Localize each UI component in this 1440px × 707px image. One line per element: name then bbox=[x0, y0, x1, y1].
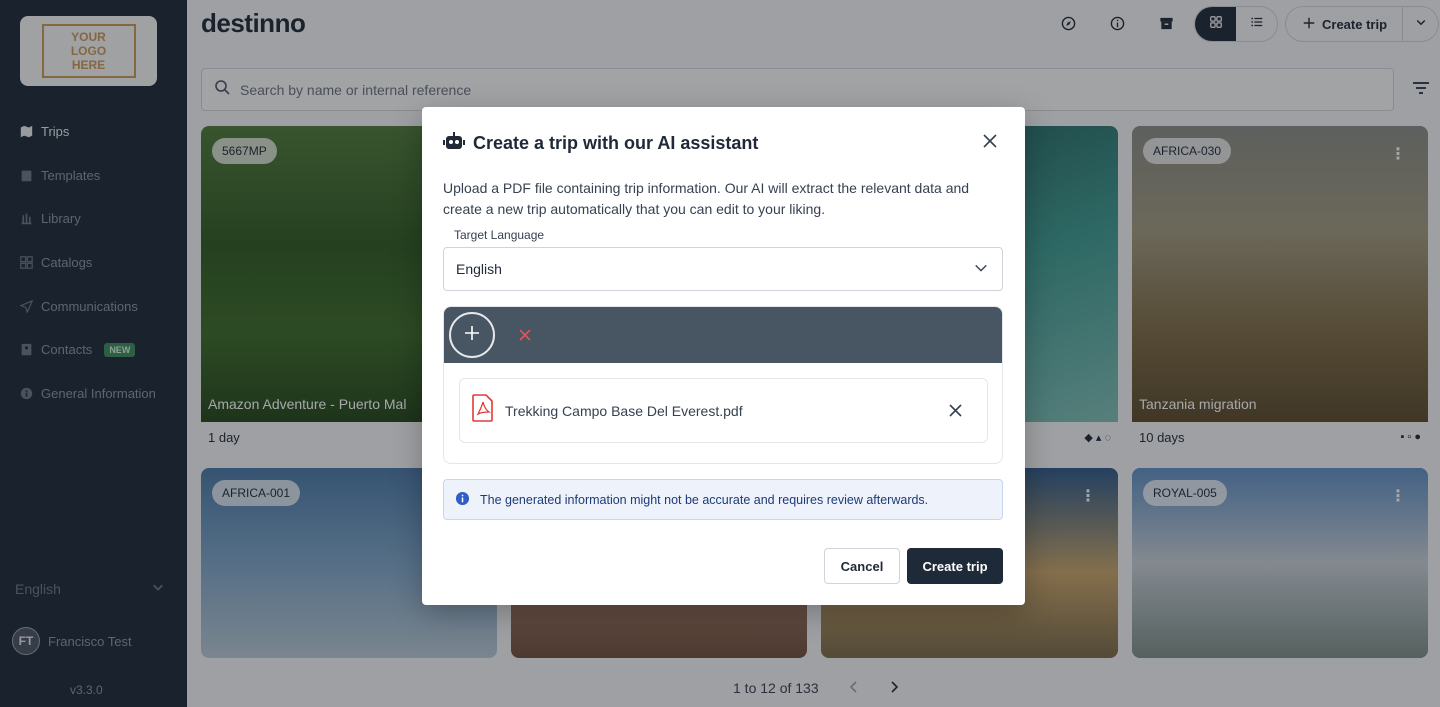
create-trip-submit-button[interactable]: Create trip bbox=[907, 548, 1003, 584]
chevron-down-icon bbox=[974, 261, 988, 278]
pdf-file-icon bbox=[471, 394, 495, 427]
clear-files-icon[interactable] bbox=[519, 325, 531, 346]
upload-toolbar bbox=[444, 307, 1002, 363]
info-icon bbox=[455, 491, 470, 509]
ai-assistant-modal: Create a trip with our AI assistant Uplo… bbox=[422, 107, 1025, 605]
target-language-select[interactable]: English bbox=[443, 247, 1003, 291]
info-message: The generated information might not be a… bbox=[480, 492, 929, 507]
robot-icon bbox=[443, 132, 465, 155]
plus-icon bbox=[464, 325, 480, 346]
uploaded-file-item: Trekking Campo Base Del Everest.pdf bbox=[459, 378, 988, 443]
remove-file-icon[interactable] bbox=[949, 404, 962, 417]
file-name: Trekking Campo Base Del Everest.pdf bbox=[505, 402, 743, 419]
modal-title: Create a trip with our AI assistant bbox=[473, 133, 759, 153]
modal-header: Create a trip with our AI assistant bbox=[443, 132, 758, 155]
target-language-value: English bbox=[456, 261, 502, 277]
cancel-button[interactable]: Cancel bbox=[824, 548, 900, 584]
file-upload-area: Trekking Campo Base Del Everest.pdf bbox=[443, 306, 1003, 464]
accuracy-info-alert: The generated information might not be a… bbox=[443, 479, 1003, 520]
add-file-button[interactable] bbox=[449, 312, 495, 358]
close-icon[interactable] bbox=[983, 134, 999, 150]
modal-description: Upload a PDF file containing trip inform… bbox=[443, 180, 970, 217]
target-language-label: Target Language bbox=[454, 228, 545, 242]
